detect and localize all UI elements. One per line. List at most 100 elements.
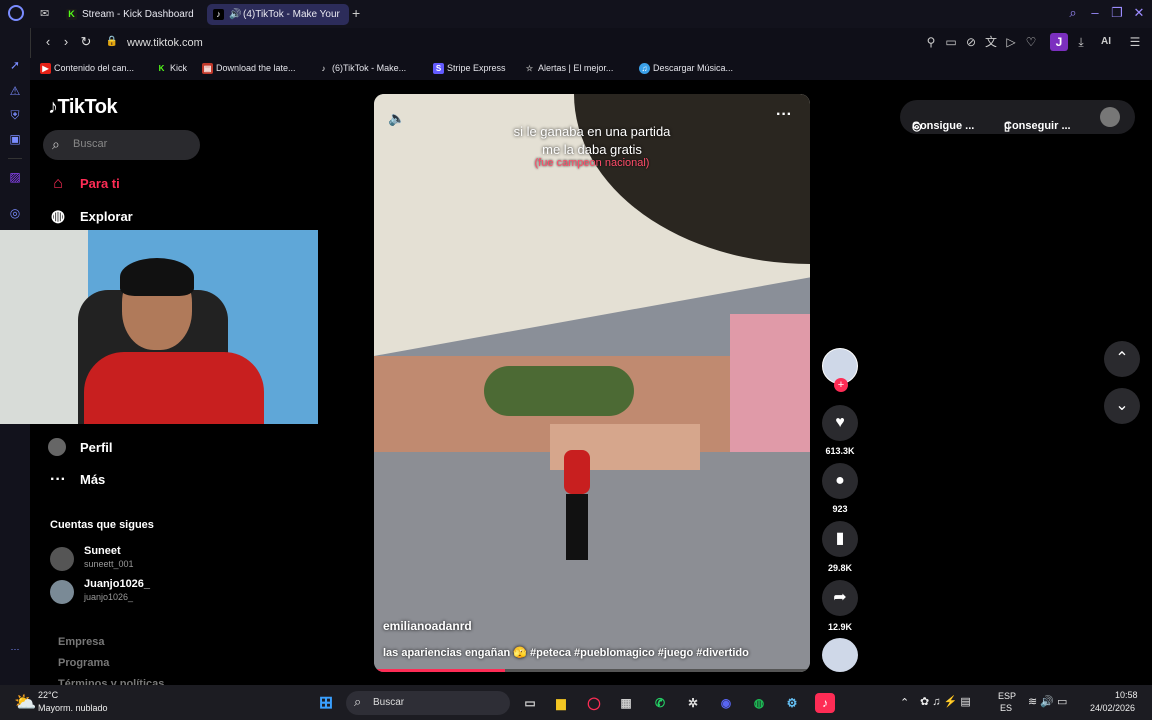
video-player[interactable]: 🔈 ··· si le ganaba en una partida me la … [374,94,810,672]
tray-overflow-icon[interactable]: ⌃ [900,696,909,709]
footer-link-programa[interactable]: Programa [58,657,109,669]
bookmark-item[interactable]: ☆ Alertas | El mejor... [524,62,613,75]
spotify-icon[interactable]: ◍ [749,693,769,713]
speaker-icon[interactable]: 🔊 [229,4,241,25]
minimize-button[interactable]: – [1088,6,1102,20]
back-button[interactable]: ‹ [41,35,55,49]
video-trees [484,366,634,416]
heart-icon[interactable]: ♡ [1024,35,1038,49]
aria-icon[interactable]: ⚠ [8,84,22,98]
flow-icon[interactable]: ➚ [8,58,22,72]
twitch-icon[interactable]: ▨ [8,170,22,184]
steam-icon[interactable]: ⚙ [782,693,802,713]
discord-icon[interactable]: ◉ [716,693,736,713]
menu-icon[interactable]: ☰ [1128,35,1142,49]
store-icon[interactable]: ▦ [616,693,636,713]
language-code[interactable]: ESP [998,691,1016,701]
nav-mas[interactable]: ··· Más [48,468,105,492]
avatar [50,580,74,604]
new-tab-button[interactable]: + [352,5,360,21]
translate-icon[interactable]: 文 [984,35,998,49]
tab-label: Stream - Kick Dashboard [82,9,194,20]
opera-gx-icon[interactable]: ◯ [584,693,604,713]
download-page-icon: ▤ [202,63,213,74]
tab-tiktok[interactable]: ♪ 🔊 (4)TikTok - Make Your [207,4,349,25]
bookmark-item[interactable]: ▶ Contenido del can... [40,62,134,75]
windows-start-icon[interactable]: ⊞ [316,693,336,713]
video-progress-bar[interactable] [374,669,810,672]
weather-icon[interactable]: ⛅ [14,692,36,713]
kick-icon: K [66,9,77,20]
video-pink-building [730,314,810,454]
forward-button[interactable]: › [59,35,73,49]
share-count: 12.9K [827,622,853,632]
messenger-icon[interactable]: ▣ [8,132,22,146]
task-view-icon[interactable]: ▭ [520,693,540,713]
vpn-icon[interactable]: ⛨ [8,108,22,122]
search-input[interactable]: ⌕ Buscar [43,130,200,160]
clock-date[interactable]: 24/02/2026 [1090,703,1135,713]
comment-button[interactable]: ● [822,463,858,499]
comment-icon: ● [835,472,845,489]
video-description: las apariencias engañan 🫣 #peteca #puebl… [383,647,749,659]
weather-temp: 22°C [38,690,59,700]
bookmark-item[interactable]: K Kick [156,62,187,75]
nav-explorar[interactable]: ◍ Explorar [48,205,133,229]
like-count: 613.3K [825,446,855,456]
snapshot-icon[interactable]: ▭ [944,35,958,49]
nav-para-ti[interactable]: ⌂ Para ti [48,172,120,196]
taskbar-search-input[interactable]: ⌕ Buscar [346,691,510,715]
aria-ai-button[interactable]: AI [1094,35,1118,49]
more-icon: ··· [50,471,66,488]
nav-perfil[interactable]: Perfil [48,436,113,460]
footer-link-terminos[interactable]: Términos y políticas [58,678,164,685]
save-button[interactable]: ▮ [822,521,858,557]
maximize-button[interactable]: ❐ [1110,6,1124,20]
tiktok-studio-icon[interactable]: ♪ [815,693,835,713]
opera-logo-icon[interactable] [8,5,24,21]
footer-link-empresa[interactable]: Empresa [58,636,104,648]
like-button[interactable]: ♥ [822,405,858,441]
profile-avatar[interactable]: J [1050,33,1068,51]
play-icon[interactable]: ▷ [1004,35,1018,49]
clock-time[interactable]: 10:58 [1115,690,1138,700]
url-field[interactable]: www.tiktok.com [127,37,203,49]
tray-apps-icon[interactable]: ✿ ♫ ⚡ ▤ [920,695,971,708]
sidebar-settings-icon[interactable]: ⋯ [8,642,22,656]
chatgpt-icon[interactable]: ✲ [683,693,703,713]
adblock-icon[interactable]: ⊘ [964,35,978,49]
share-button[interactable]: ➦ [822,580,858,616]
previous-video-button[interactable]: ⌃ [1104,341,1140,377]
workspaces-icon[interactable]: ✉ [40,7,49,20]
webcam-overlay [0,230,318,424]
stripe-icon: S [433,63,444,74]
share-icon: ➦ [833,589,847,606]
close-button[interactable]: ✕ [1132,6,1146,20]
user-avatar[interactable] [1100,107,1120,127]
history-icon[interactable]: ◎ [8,206,22,220]
tab-kick-dashboard[interactable]: K Stream - Kick Dashboard [60,4,202,25]
bookmark-item[interactable]: S Stripe Express [433,62,506,75]
language-layout[interactable]: ES [1000,703,1012,713]
network-volume-battery-icons[interactable]: ≋ 🔊 ▭ [1028,695,1067,708]
reload-button[interactable]: ↻ [79,35,93,49]
video-more-icon[interactable]: ··· [776,106,792,124]
follow-plus-button[interactable]: + [834,378,848,392]
bookmark-item[interactable]: ♪ (6)TikTok - Make... [318,62,407,75]
whatsapp-icon[interactable]: ✆ [650,693,670,713]
bookmark-item[interactable]: ▤ Download the late... [202,62,296,75]
bookmark-icon: ▮ [835,530,845,547]
comment-count: 923 [832,504,848,514]
bookmark-item[interactable]: ♫ Descargar Música... [639,62,733,75]
tiktok-logo[interactable]: ♪TikTok [48,96,118,119]
chevron-down-icon: ⌄ [1115,397,1129,414]
search-tabs-icon[interactable]: ⌕ [1066,6,1080,20]
file-explorer-icon[interactable]: ▆ [551,693,571,713]
download-icon[interactable]: ⤓ [1074,35,1088,49]
next-video-button[interactable]: ⌄ [1104,388,1140,424]
bookmarks-bar: ▶ Contenido del can... K Kick ▤ Download th… [30,58,1152,80]
video-progress-fill [374,669,505,672]
pin-icon[interactable]: ⚲ [924,35,938,49]
music-disc-avatar[interactable] [822,638,858,672]
video-author[interactable]: emilianoadanrd [383,619,472,633]
